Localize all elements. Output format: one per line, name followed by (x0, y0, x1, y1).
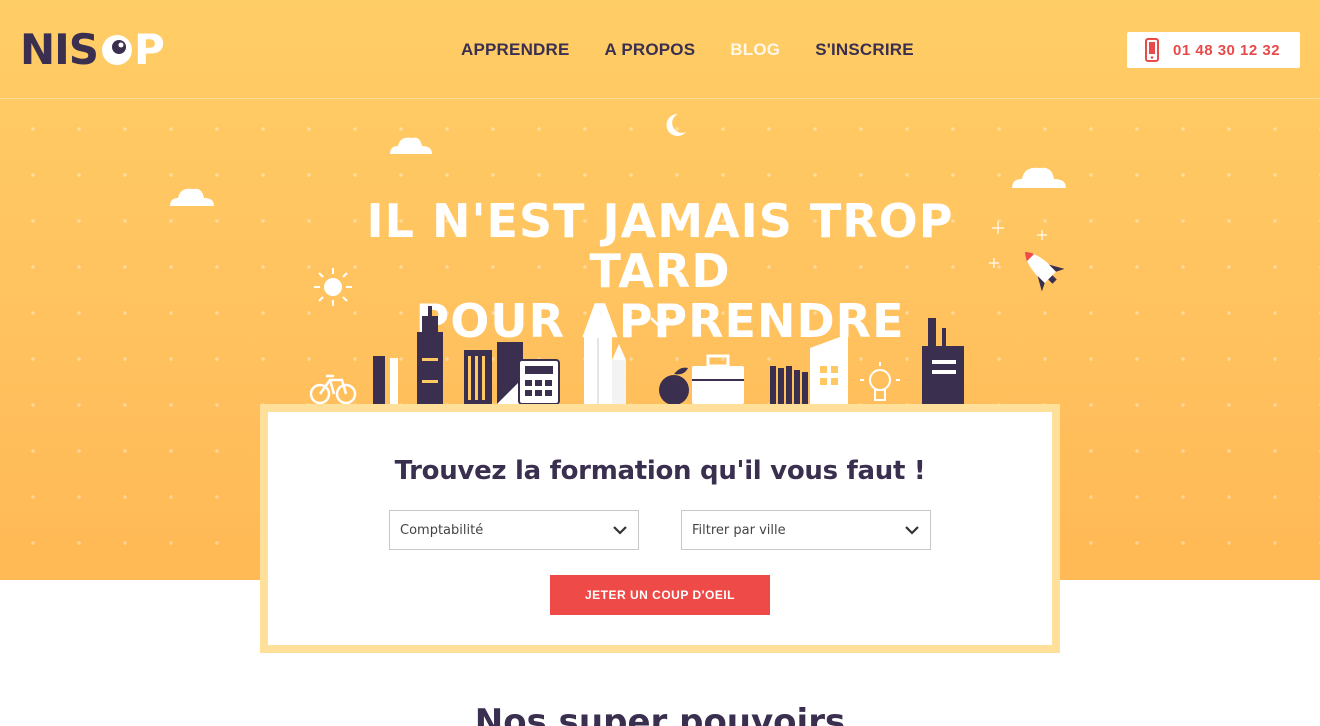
phone-button[interactable]: 01 48 30 12 32 (1127, 32, 1300, 68)
section-title: Nos super pouvoirs (474, 702, 846, 726)
logo[interactable]: NIS P (20, 25, 165, 74)
chevron-down-icon (613, 526, 627, 535)
briefcase-icon (692, 354, 744, 404)
nav-item-sinscrire[interactable]: S'INSCRIRE (815, 38, 914, 62)
logo-text-left: NIS (20, 25, 99, 74)
cloud-icon (170, 188, 214, 206)
skyline-illustration (309, 306, 964, 405)
books-icon (770, 366, 808, 404)
cloud-icon (1012, 167, 1066, 188)
phone-number: 01 48 30 12 32 (1173, 41, 1281, 59)
lightbulb-icon (860, 362, 900, 401)
logo-eye-icon (102, 35, 133, 65)
apple-icon (659, 367, 689, 405)
nav-item-apprendre[interactable]: APPRENDRE (461, 38, 570, 62)
chevron-down-icon (905, 526, 919, 535)
phone-icon (1145, 38, 1159, 62)
cloud-icon (390, 137, 432, 154)
bicycle-icon (309, 374, 357, 405)
city-select[interactable]: Filtrer par ville (681, 510, 931, 550)
office-tower-icon (922, 318, 964, 404)
building-icon (464, 342, 523, 404)
pencil-icon (584, 308, 626, 404)
header-divider (0, 98, 1320, 99)
nav-item-a-propos[interactable]: A PROPOS (605, 38, 696, 62)
category-select[interactable]: Comptabilité (389, 510, 639, 550)
hero-headline-line1: IL N'EST JAMAIS TROP TARD (366, 194, 954, 298)
search-submit-button[interactable]: JETER UN COUP D'OEIL (550, 575, 770, 615)
logo-text-right: P (134, 25, 165, 74)
city-select-placeholder: Filtrer par ville (692, 522, 786, 538)
tower-icon (417, 306, 443, 404)
school-building-icon (810, 334, 848, 404)
moon-icon (666, 113, 686, 136)
category-select-value: Comptabilité (400, 522, 484, 538)
search-title: Trouvez la formation qu'il vous faut ! (394, 456, 926, 486)
main-nav: APPRENDRE A PROPOS BLOG S'INSCRIRE (461, 38, 949, 62)
calculator-icon (518, 359, 560, 405)
nav-item-blog[interactable]: BLOG (730, 38, 780, 62)
